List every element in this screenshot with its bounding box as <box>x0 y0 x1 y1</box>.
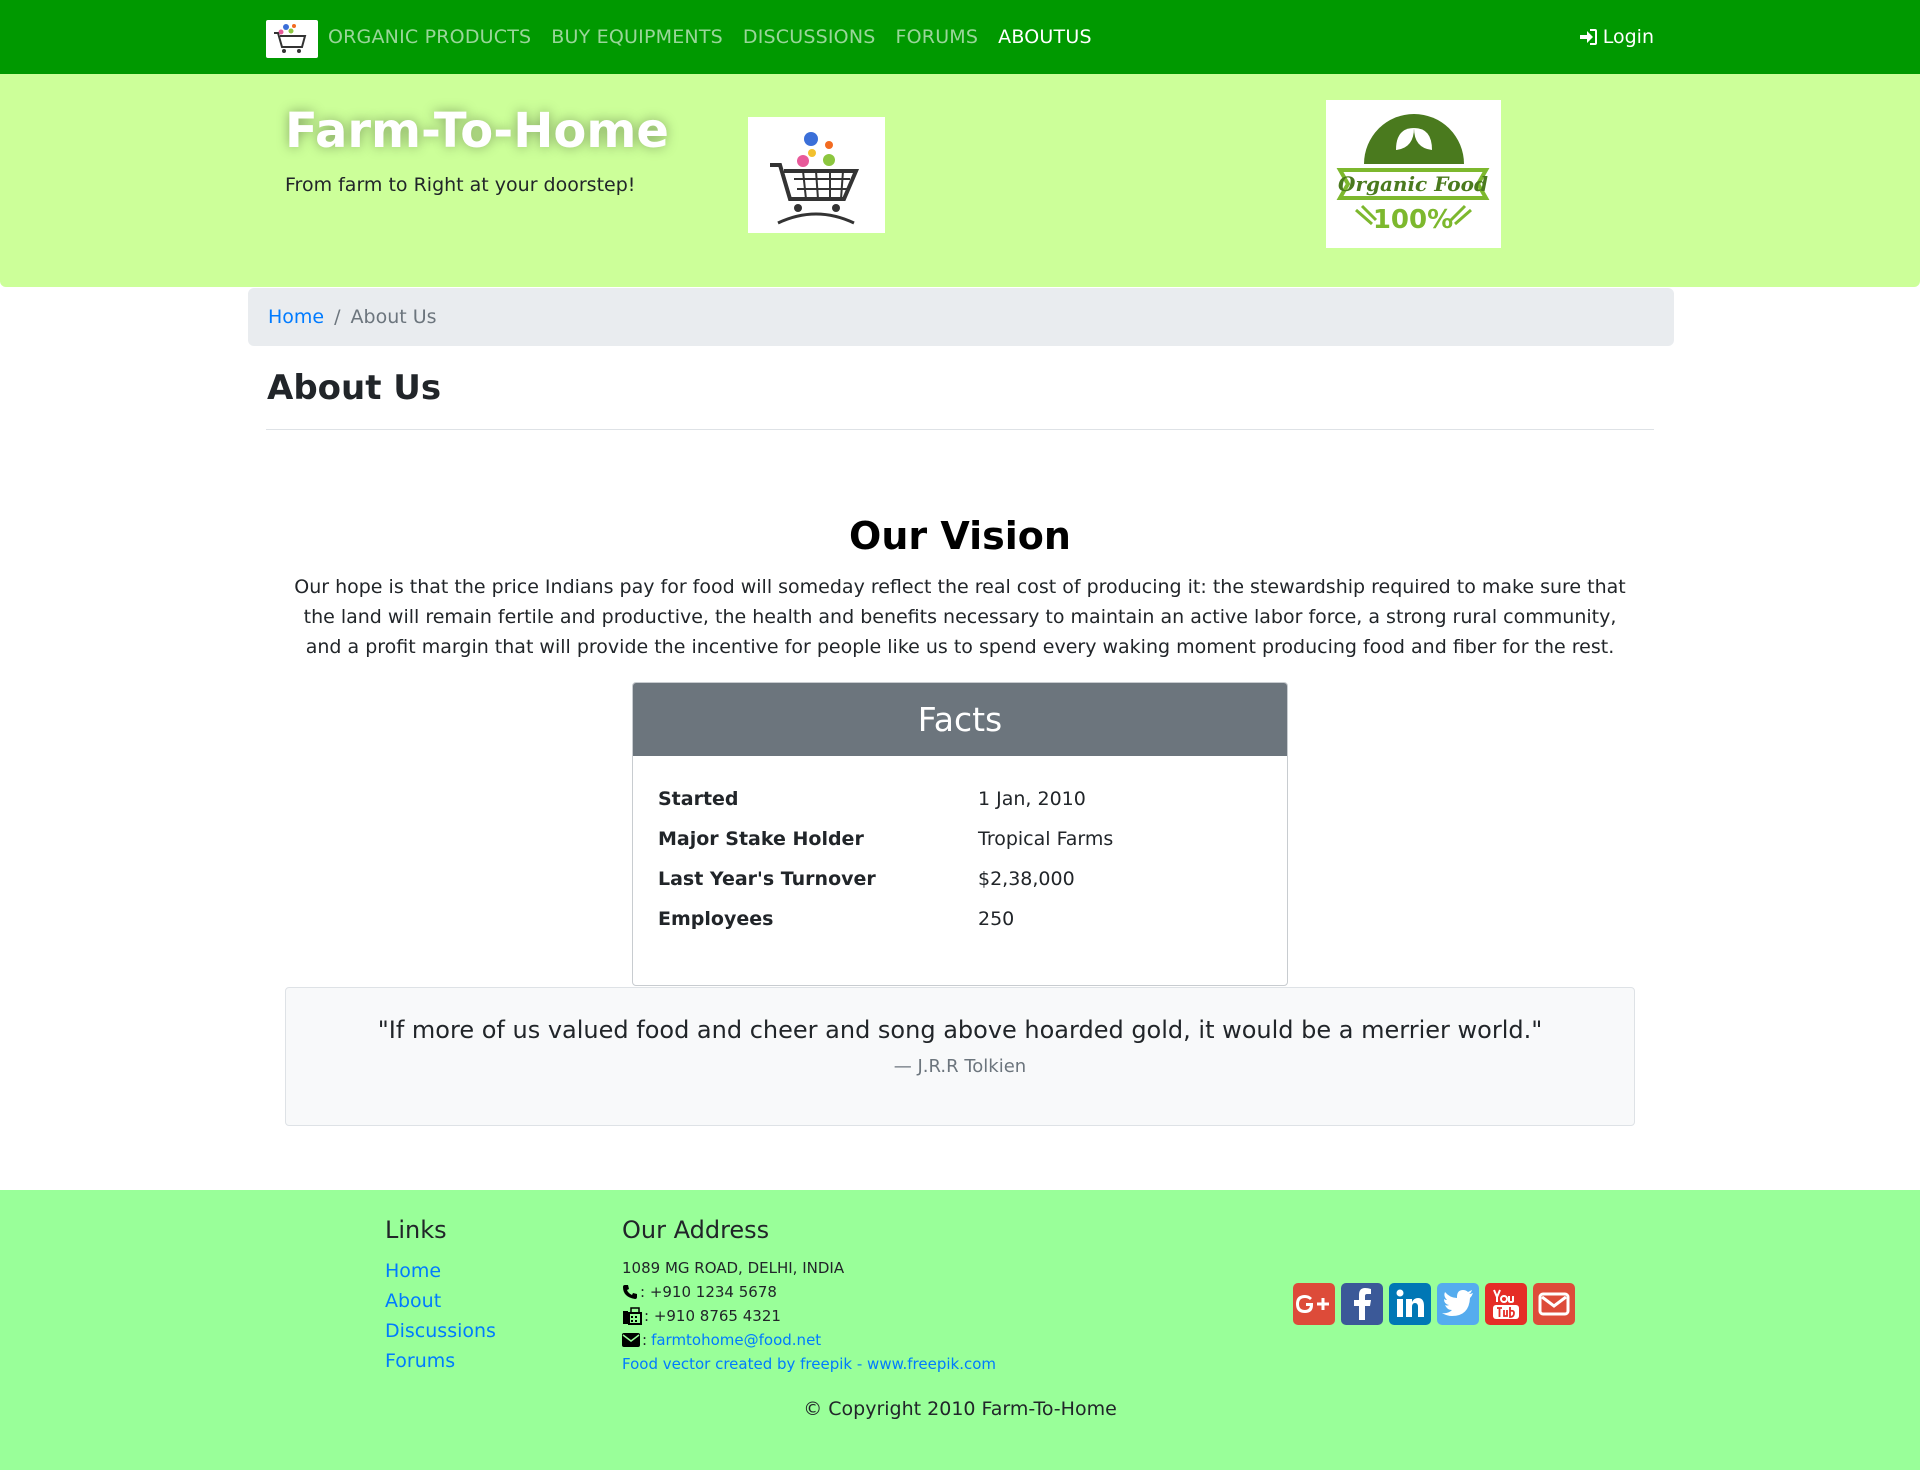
footer-links-heading: Links <box>385 1216 447 1244</box>
fact-key: Employees <box>658 908 774 930</box>
page-title: About Us <box>267 368 442 408</box>
fact-row: Employees 250 <box>658 899 1262 939</box>
fact-value: Tropical Farms <box>978 828 1114 850</box>
footer: Links Home About Discussions Forums Our … <box>0 1190 1920 1470</box>
header-jumbotron: Farm-To-Home From farm to Right at your … <box>0 74 1920 287</box>
freepik-credit-link[interactable]: Food vector created by freepik - www.fre… <box>622 1355 996 1373</box>
phone-number: : +910 1234 5678 <box>640 1283 777 1301</box>
breadcrumb-separator: / <box>334 306 341 328</box>
site-tagline: From farm to Right at your doorstep! <box>285 174 636 196</box>
youtube-icon[interactable] <box>1485 1283 1527 1325</box>
fact-row: Major Stake Holder Tropical Farms <box>658 819 1262 859</box>
nav-buy-equipments[interactable]: BUY EQUIPMENTS <box>551 26 723 48</box>
twitter-icon[interactable] <box>1437 1283 1479 1325</box>
top-navbar: ORGANIC PRODUCTS BUY EQUIPMENTS DISCUSSI… <box>0 0 1920 74</box>
quote-card: "If more of us valued food and cheer and… <box>285 987 1635 1126</box>
linkedin-icon[interactable] <box>1389 1283 1431 1325</box>
site-title: Farm-To-Home <box>285 103 669 159</box>
footer-link-about[interactable]: About <box>385 1286 496 1316</box>
vision-heading: Our Vision <box>849 514 1071 558</box>
breadcrumb-home-link[interactable]: Home <box>268 306 324 328</box>
cart-logo-icon[interactable] <box>266 20 318 58</box>
quote-author: — J.R.R Tolkien <box>893 1056 1027 1077</box>
mail-icon[interactable] <box>1533 1283 1575 1325</box>
facts-card: Facts Started 1 Jan, 2010 Major Stake Ho… <box>632 682 1288 986</box>
organic-logo-line2: 100% <box>1373 205 1453 235</box>
fact-key: Major Stake Holder <box>658 828 864 850</box>
fact-value: 250 <box>978 908 1015 930</box>
copyright-text: © Copyright 2010 Farm-To-Home <box>803 1398 1117 1420</box>
vision-paragraph: Our hope is that the price Indians pay f… <box>294 576 1626 658</box>
nav-organic-products[interactable]: ORGANIC PRODUCTS <box>328 26 531 48</box>
login-button[interactable]: Login <box>1579 0 1654 74</box>
login-label: Login <box>1602 26 1654 48</box>
social-buttons <box>1293 1283 1581 1325</box>
fact-key: Started <box>658 788 739 810</box>
address-line: 1089 MG ROAD, DELHI, INDIA <box>622 1259 845 1277</box>
fact-value: $2,38,000 <box>978 868 1075 890</box>
facebook-icon[interactable] <box>1341 1283 1383 1325</box>
fact-row: Last Year's Turnover $2,38,000 <box>658 859 1262 899</box>
nav-links: ORGANIC PRODUCTS BUY EQUIPMENTS DISCUSSI… <box>328 0 1112 74</box>
nav-discussions[interactable]: DISCUSSIONS <box>743 26 876 48</box>
envelope-icon <box>622 1333 640 1347</box>
google-plus-icon[interactable] <box>1293 1283 1335 1325</box>
phone-line: : +910 1234 5678 <box>622 1280 996 1304</box>
organic-food-logo-icon: Organic Food 100% <box>1326 100 1501 248</box>
footer-address-heading: Our Address <box>622 1216 770 1244</box>
title-divider <box>266 429 1654 430</box>
footer-address-column: Our Address 1089 MG ROAD, DELHI, INDIA :… <box>622 1216 996 1376</box>
facts-table: Started 1 Jan, 2010 Major Stake Holder T… <box>633 756 1287 939</box>
phone-icon <box>623 1285 637 1299</box>
email-line: : farmtohome@food.net <box>622 1328 996 1352</box>
breadcrumb-current: About Us <box>350 306 437 328</box>
footer-link-forums[interactable]: Forums <box>385 1346 496 1376</box>
fact-row: Started 1 Jan, 2010 <box>658 779 1262 819</box>
email-prefix: : <box>642 1331 648 1349</box>
footer-link-home[interactable]: Home <box>385 1256 496 1286</box>
fax-number: : +910 8765 4321 <box>644 1307 781 1325</box>
facts-heading: Facts <box>633 683 1287 756</box>
fact-key: Last Year's Turnover <box>658 868 876 890</box>
breadcrumb: Home / About Us <box>248 288 1674 346</box>
nav-aboutus[interactable]: ABOUTUS <box>998 26 1092 48</box>
fax-line: : +910 8765 4321 <box>622 1304 996 1328</box>
footer-link-discussions[interactable]: Discussions <box>385 1316 496 1346</box>
sign-in-icon <box>1579 29 1597 45</box>
fax-icon <box>623 1307 642 1325</box>
fact-value: 1 Jan, 2010 <box>978 788 1086 810</box>
quote-text: "If more of us valued food and cheer and… <box>377 1016 1543 1044</box>
email-link[interactable]: farmtohome@food.net <box>651 1328 821 1352</box>
organic-logo-line1: Organic Food <box>1338 172 1488 196</box>
shopping-cart-logo-icon <box>748 117 885 233</box>
footer-links-column: Links Home About Discussions Forums <box>385 1216 496 1376</box>
nav-forums[interactable]: FORUMS <box>896 26 979 48</box>
